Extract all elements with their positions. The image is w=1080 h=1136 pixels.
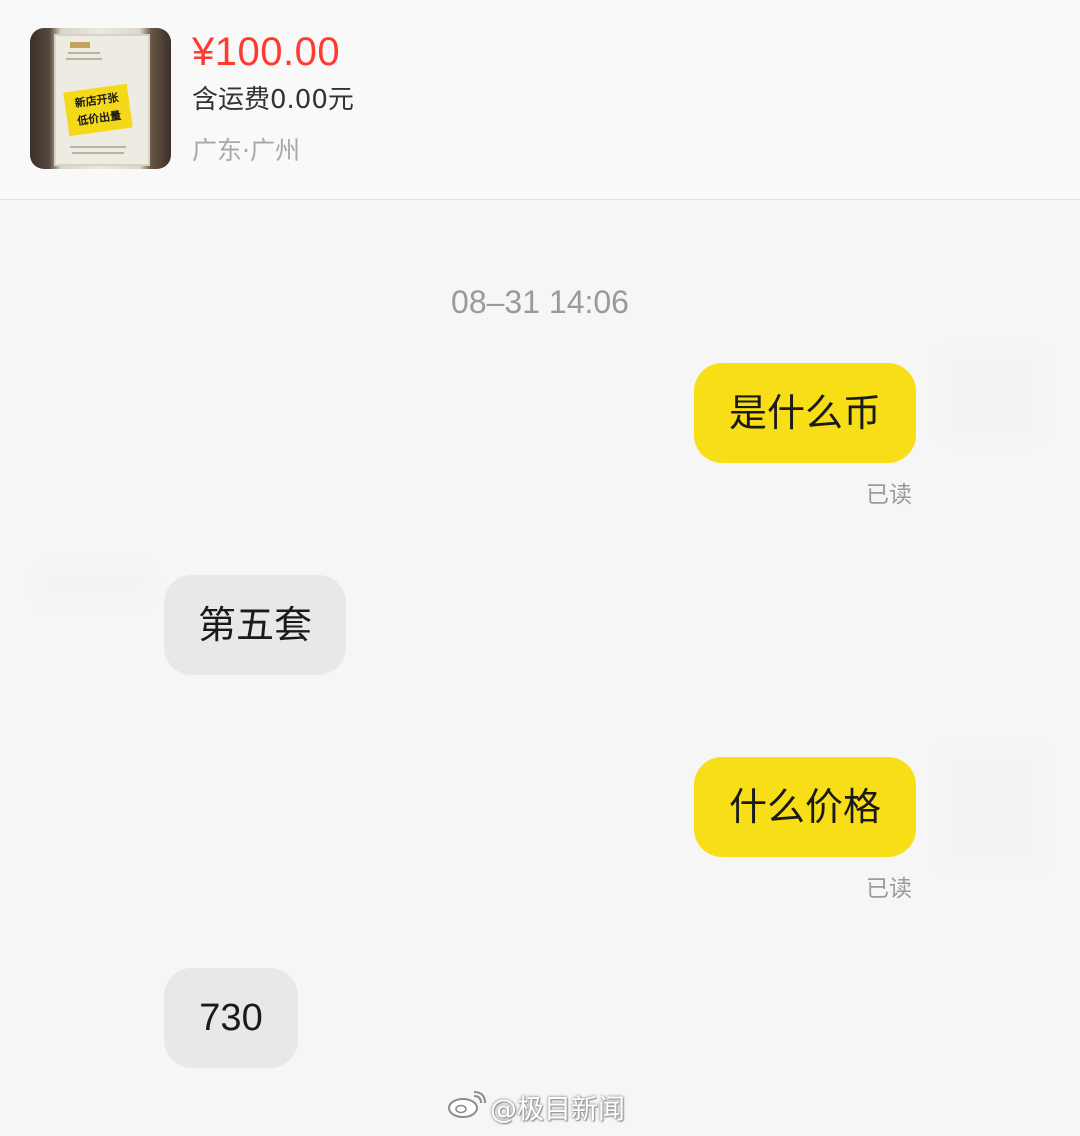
product-thumbnail[interactable]: 新店开张 低价出量 [30, 28, 171, 169]
chat-bubble-received[interactable]: 第五套 [164, 575, 346, 675]
weibo-icon [446, 1090, 486, 1132]
chat-timestamp: 08–31 14:06 [451, 284, 629, 320]
watermark-text: @极目新闻 [490, 1094, 625, 1126]
seller-avatar[interactable] [40, 565, 150, 605]
read-receipt: 已读 [866, 876, 912, 902]
chat-bubble-sent[interactable]: 什么价格 [694, 757, 916, 857]
thumbnail-poster-line [68, 52, 100, 54]
thumbnail-poster-title [70, 42, 90, 48]
message-text: 第五套 [197, 603, 312, 647]
shipping-fee: 含运费0.00元 [192, 85, 354, 115]
chat-bubble-received[interactable]: 730 [164, 968, 298, 1068]
my-avatar[interactable] [940, 350, 1044, 440]
my-avatar[interactable] [940, 748, 1044, 868]
message-text: 是什么币 [728, 391, 881, 435]
chat-bubble-sent[interactable]: 是什么币 [694, 363, 916, 463]
watermark: @极目新闻 [446, 1090, 625, 1132]
thumbnail-poster-line [72, 152, 124, 154]
product-price: ¥100.00 [192, 30, 341, 74]
seller-location: 广东·广州 [192, 136, 300, 165]
product-header[interactable]: 新店开张 低价出量 ¥100.00 含运费0.00元 广东·广州 [0, 0, 1080, 200]
message-text: 什么价格 [728, 785, 881, 829]
thumbnail-poster-line [70, 146, 126, 148]
message-text: 730 [199, 997, 263, 1039]
thumbnail-poster-line [66, 58, 102, 60]
thumbnail-sticker: 新店开张 低价出量 [63, 83, 133, 137]
read-receipt: 已读 [866, 482, 912, 508]
